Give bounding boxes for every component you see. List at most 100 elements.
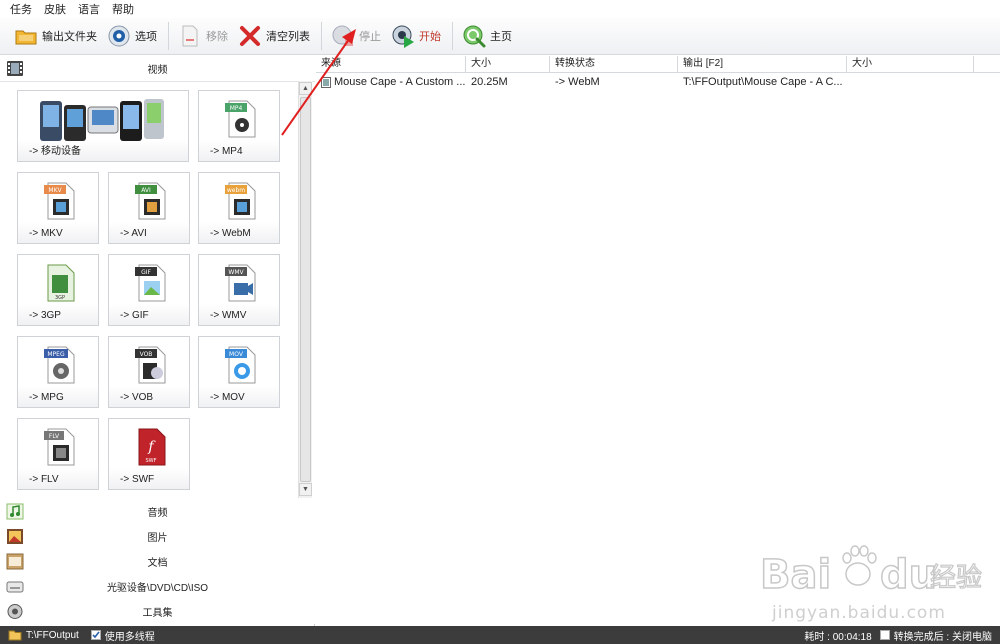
- category-image-label: 图片: [147, 533, 168, 544]
- tile-vob[interactable]: VOB -> VOB: [108, 336, 190, 408]
- tile-label: -> MPG: [29, 392, 64, 403]
- tile-label: -> 3GP: [29, 310, 61, 321]
- badge-text: MP4: [230, 105, 243, 112]
- multithread-checkbox[interactable]: [90, 630, 101, 640]
- stop-button[interactable]: 停止: [327, 20, 385, 52]
- column-status[interactable]: 转换状态: [550, 56, 678, 73]
- tile-label: -> 移动设备: [29, 146, 81, 157]
- badge-text: MOV: [229, 351, 244, 358]
- tile-webm[interactable]: webm -> WebM: [198, 172, 280, 244]
- mov-file-icon: MOV: [225, 346, 256, 384]
- tile-mov[interactable]: MOV -> MOV: [198, 336, 280, 408]
- category-audio-label: 音频: [147, 508, 168, 519]
- shutdown-checkbox[interactable]: [879, 630, 890, 640]
- video-file-icon: [321, 76, 331, 88]
- tile-mpg[interactable]: MPEG -> MPG: [17, 336, 99, 408]
- category-audio[interactable]: 音频: [0, 499, 315, 524]
- task-table-header: 来源 大小 转换状态 输出 [F2] 大小: [316, 56, 1000, 73]
- watermark-cn: 经验: [930, 563, 982, 593]
- table-row[interactable]: Mouse Cape - A Custom ... 20.25M -> WebM…: [316, 73, 1000, 91]
- clear-list-button[interactable]: 清空列表: [234, 20, 314, 52]
- tile-label: -> SWF: [120, 474, 155, 485]
- options-button[interactable]: 选项: [103, 20, 161, 52]
- category-image[interactable]: 图片: [0, 524, 315, 549]
- format-panel: 视频 -> 移动设备 MP4 -> MP4 MKV -> MKV AVI -> …: [0, 56, 315, 626]
- watermark-brand-2: du: [880, 552, 937, 598]
- column-source[interactable]: 来源: [316, 56, 466, 73]
- vob-file-icon: VOB: [135, 346, 166, 384]
- badge-text: MKV: [48, 187, 62, 194]
- toolbar-separator: [452, 22, 453, 50]
- tile-gif[interactable]: GIF -> GIF: [108, 254, 190, 326]
- watermark-url: jingyan.baidu.com: [771, 603, 946, 623]
- video-format-grid: -> 移动设备 MP4 -> MP4 MKV -> MKV AVI -> AVI…: [0, 81, 315, 499]
- remove-label: 移除: [206, 31, 228, 43]
- menu-bar: 任务 皮肤 语言 帮助: [0, 0, 1000, 18]
- scroll-down-icon[interactable]: ▼: [299, 483, 312, 496]
- tile-mp4[interactable]: MP4 -> MP4: [198, 90, 280, 162]
- home-label: 主页: [490, 31, 512, 43]
- tile-label: -> VOB: [120, 392, 154, 403]
- start-label: 开始: [419, 31, 441, 43]
- start-button[interactable]: 开始: [387, 20, 445, 52]
- output-folder-label: 输出文件夹: [42, 31, 97, 43]
- document-remove-icon: [182, 25, 198, 47]
- tile-flv[interactable]: FLV -> FLV: [17, 418, 99, 490]
- tile-label: -> WMV: [210, 310, 247, 321]
- cell-output: T:\FFOutput\Mouse Cape - A C...: [683, 76, 843, 88]
- category-tools[interactable]: 工具集: [0, 599, 315, 624]
- category-tools-label: 工具集: [142, 608, 173, 619]
- toolbar-separator: [168, 22, 169, 50]
- tile-label: -> WebM: [210, 228, 251, 239]
- tile-label: -> FLV: [29, 474, 59, 485]
- remove-button[interactable]: 移除: [174, 20, 232, 52]
- 3gp-file-icon: 3GP: [47, 264, 75, 302]
- tile-avi[interactable]: AVI -> AVI: [108, 172, 190, 244]
- stop-icon: [332, 25, 353, 46]
- tile-wmv[interactable]: WMV -> WMV: [198, 254, 280, 326]
- mkv-file-icon: MKV: [44, 182, 75, 220]
- music-note-icon: [6, 503, 24, 520]
- optical-drive-icon: [6, 581, 24, 593]
- tile-mobile-device[interactable]: -> 移动设备: [17, 90, 189, 162]
- scroll-thumb[interactable]: [300, 97, 311, 482]
- column-size[interactable]: 大小: [466, 56, 550, 73]
- paw-icon: [842, 545, 877, 586]
- start-icon: [392, 25, 414, 48]
- elapsed-time: 耗时 : 00:04:18: [804, 631, 872, 643]
- mp4-file-icon: MP4: [225, 100, 256, 138]
- avi-file-icon: AVI: [135, 182, 166, 220]
- output-path[interactable]: T:\FFOutput: [26, 630, 79, 641]
- category-video[interactable]: 视频: [0, 56, 315, 81]
- document-icon: [6, 553, 24, 570]
- category-optical[interactable]: 光驱设备\DVD\CD\ISO: [0, 574, 315, 599]
- column-output[interactable]: 输出 [F2]: [678, 56, 847, 73]
- home-globe-icon: [463, 25, 486, 48]
- wmv-file-icon: WMV: [225, 264, 256, 302]
- menu-language[interactable]: 语言: [78, 1, 100, 17]
- badge-text: SWF: [146, 458, 157, 464]
- format-scrollbar[interactable]: ▲ ▼: [298, 81, 312, 498]
- menu-skin[interactable]: 皮肤: [44, 1, 66, 17]
- gif-file-icon: GIF: [135, 264, 166, 302]
- badge-text: VOB: [140, 351, 153, 358]
- category-optical-label: 光驱设备\DVD\CD\ISO: [106, 583, 209, 594]
- toolbar-separator: [321, 22, 322, 50]
- webm-file-icon: webm: [225, 182, 256, 220]
- home-button[interactable]: 主页: [458, 20, 516, 52]
- swf-file-icon: f SWF: [138, 428, 166, 466]
- tile-label: -> AVI: [120, 228, 147, 239]
- category-document-label: 文档: [147, 558, 168, 569]
- menu-task[interactable]: 任务: [10, 1, 32, 17]
- column-output-size[interactable]: 大小: [847, 56, 974, 73]
- scroll-up-icon[interactable]: ▲: [299, 82, 312, 95]
- baidu-jingyan-watermark: Bai du 经验 jingyan.baidu.com: [760, 545, 983, 623]
- tile-swf[interactable]: f SWF -> SWF: [108, 418, 190, 490]
- tools-gear-icon: [7, 604, 23, 619]
- menu-help[interactable]: 帮助: [112, 1, 134, 17]
- category-document[interactable]: 文档: [0, 549, 315, 574]
- tile-mkv[interactable]: MKV -> MKV: [17, 172, 99, 244]
- output-folder-button[interactable]: 输出文件夹: [10, 20, 101, 52]
- flv-file-icon: FLV: [44, 428, 75, 466]
- tile-3gp[interactable]: 3GP -> 3GP: [17, 254, 99, 326]
